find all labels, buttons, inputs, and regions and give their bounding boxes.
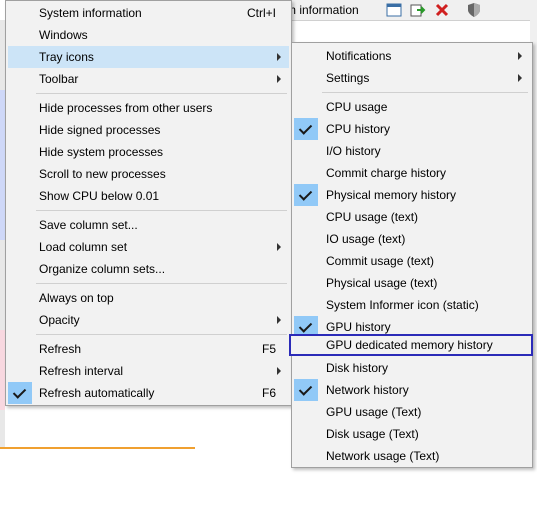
- shield-icon[interactable]: [466, 2, 482, 18]
- menu-item-toolbar[interactable]: Toolbar: [8, 68, 289, 90]
- menu-item-label: Notifications: [326, 49, 392, 63]
- menu-item-label: CPU history: [326, 122, 391, 136]
- submenu-item-notifications[interactable]: Notifications: [294, 45, 530, 67]
- submenu-arrow-icon: [277, 53, 281, 61]
- menu-separator: [322, 92, 528, 93]
- window-icon[interactable]: [386, 2, 402, 18]
- close-process-icon[interactable]: [434, 2, 450, 18]
- menu-item-label: Disk history: [326, 361, 389, 375]
- submenu-item-disk-usage-text[interactable]: Disk usage (Text): [294, 423, 530, 445]
- main-toolbar: m information: [270, 0, 537, 21]
- menu-item-system-information[interactable]: System information Ctrl+I: [8, 2, 289, 24]
- menu-item-refresh-interval[interactable]: Refresh interval: [8, 360, 289, 382]
- submenu-item-cpu-usage[interactable]: CPU usage: [294, 96, 530, 118]
- menu-item-label: Commit usage (text): [326, 254, 435, 268]
- menu-separator: [36, 334, 287, 335]
- submenu-item-io-history[interactable]: I/O history: [294, 140, 530, 162]
- menu-item-label: GPU usage (Text): [326, 405, 422, 419]
- menu-item-organize-column-sets[interactable]: Organize column sets...: [8, 258, 289, 280]
- menu-separator: [36, 210, 287, 211]
- menu-item-label: Network usage (Text): [326, 449, 440, 463]
- checkmark-icon: [294, 184, 318, 206]
- menu-separator: [36, 283, 287, 284]
- checkmark-icon: [294, 118, 318, 140]
- submenu-arrow-icon: [277, 75, 281, 83]
- submenu-item-cpu-usage-text[interactable]: CPU usage (text): [294, 206, 530, 228]
- submenu-item-cpu-history[interactable]: CPU history: [294, 118, 530, 140]
- menu-item-label: Disk usage (Text): [326, 427, 419, 441]
- menu-item-hide-system[interactable]: Hide system processes: [8, 141, 289, 163]
- export-icon[interactable]: [410, 2, 426, 18]
- submenu-item-io-usage-text[interactable]: IO usage (text): [294, 228, 530, 250]
- menu-item-label: Always on top: [39, 291, 114, 305]
- menu-item-label: Windows: [39, 28, 88, 42]
- menu-item-windows[interactable]: Windows: [8, 24, 289, 46]
- menu-item-label: Load column set: [39, 240, 128, 254]
- submenu-item-commit-usage-text[interactable]: Commit usage (text): [294, 250, 530, 272]
- tray-icons-submenu: Notifications Settings CPU usage CPU his…: [289, 42, 533, 468]
- menu-item-label: Physical memory history: [326, 188, 457, 202]
- menu-item-label: Save column set...: [39, 218, 138, 232]
- menu-item-label: Hide system processes: [39, 145, 164, 159]
- submenu-arrow-icon: [277, 367, 281, 375]
- menu-item-label: Hide processes from other users: [39, 101, 213, 115]
- view-menu: System information Ctrl+I Windows Tray i…: [5, 0, 292, 406]
- submenu-arrow-icon: [518, 74, 522, 82]
- menu-item-scroll-new[interactable]: Scroll to new processes: [8, 163, 289, 185]
- menu-item-tray-icons[interactable]: Tray icons: [8, 46, 289, 68]
- menu-item-hide-other-users[interactable]: Hide processes from other users: [8, 97, 289, 119]
- checkmark-icon: [8, 382, 32, 404]
- toolbar-title-fragment: m information: [286, 3, 359, 17]
- menu-item-label: Physical usage (text): [326, 276, 438, 290]
- menu-item-label: Commit charge history: [326, 166, 447, 180]
- menu-item-shortcut: F6: [261, 386, 276, 400]
- menu-item-label: CPU usage: [326, 100, 388, 114]
- submenu-item-system-informer-icon[interactable]: System Informer icon (static): [294, 294, 530, 316]
- submenu-item-gpu-dedicated-memory-history[interactable]: GPU dedicated memory history: [289, 334, 533, 356]
- menu-item-label: Refresh interval: [39, 364, 124, 378]
- menu-item-refresh-automatically[interactable]: Refresh automatically F6: [8, 382, 289, 404]
- menu-item-label: I/O history: [326, 144, 381, 158]
- menu-item-label: Refresh: [39, 342, 82, 356]
- submenu-item-network-history[interactable]: Network history: [294, 379, 530, 401]
- menu-item-opacity[interactable]: Opacity: [8, 309, 289, 331]
- menu-item-label: CPU usage (text): [326, 210, 419, 224]
- menu-item-label: GPU history: [326, 320, 391, 334]
- menu-item-load-column-set[interactable]: Load column set: [8, 236, 289, 258]
- submenu-item-disk-history[interactable]: Disk history: [294, 357, 530, 379]
- menu-item-label: Network history: [326, 383, 409, 397]
- menu-item-label: System information: [39, 6, 142, 20]
- submenu-arrow-icon: [277, 243, 281, 251]
- checkmark-icon: [294, 379, 318, 401]
- submenu-item-settings[interactable]: Settings: [294, 67, 530, 89]
- menu-separator: [36, 93, 287, 94]
- graph-line: [0, 447, 195, 449]
- menu-item-label: Opacity: [39, 313, 80, 327]
- menu-item-show-cpu-below[interactable]: Show CPU below 0.01: [8, 185, 289, 207]
- menu-item-refresh[interactable]: Refresh F5: [8, 338, 289, 360]
- menu-item-label: Show CPU below 0.01: [39, 189, 160, 203]
- submenu-item-gpu-usage-text[interactable]: GPU usage (Text): [294, 401, 530, 423]
- menu-item-shortcut: Ctrl+I: [246, 6, 276, 20]
- menu-item-label: GPU dedicated memory history: [326, 338, 493, 352]
- menu-item-label: IO usage (text): [326, 232, 406, 246]
- menu-item-label: Tray icons: [39, 50, 94, 64]
- submenu-arrow-icon: [518, 52, 522, 60]
- menu-item-label: Scroll to new processes: [39, 167, 166, 181]
- menu-item-label: Organize column sets...: [39, 262, 166, 276]
- menu-item-label: Toolbar: [39, 72, 79, 86]
- menu-item-shortcut: F5: [261, 342, 276, 356]
- menu-item-label: Settings: [326, 71, 370, 85]
- submenu-item-commit-charge-history[interactable]: Commit charge history: [294, 162, 530, 184]
- menu-item-save-column-set[interactable]: Save column set...: [8, 214, 289, 236]
- submenu-item-network-usage-text[interactable]: Network usage (Text): [294, 445, 530, 467]
- submenu-arrow-icon: [277, 316, 281, 324]
- menu-item-always-on-top[interactable]: Always on top: [8, 287, 289, 309]
- menu-item-hide-signed[interactable]: Hide signed processes: [8, 119, 289, 141]
- menu-item-label: Hide signed processes: [39, 123, 161, 137]
- menu-item-label: System Informer icon (static): [326, 298, 479, 312]
- submenu-item-physical-memory-history[interactable]: Physical memory history: [294, 184, 530, 206]
- menu-item-label: Refresh automatically: [39, 386, 155, 400]
- submenu-item-physical-usage-text[interactable]: Physical usage (text): [294, 272, 530, 294]
